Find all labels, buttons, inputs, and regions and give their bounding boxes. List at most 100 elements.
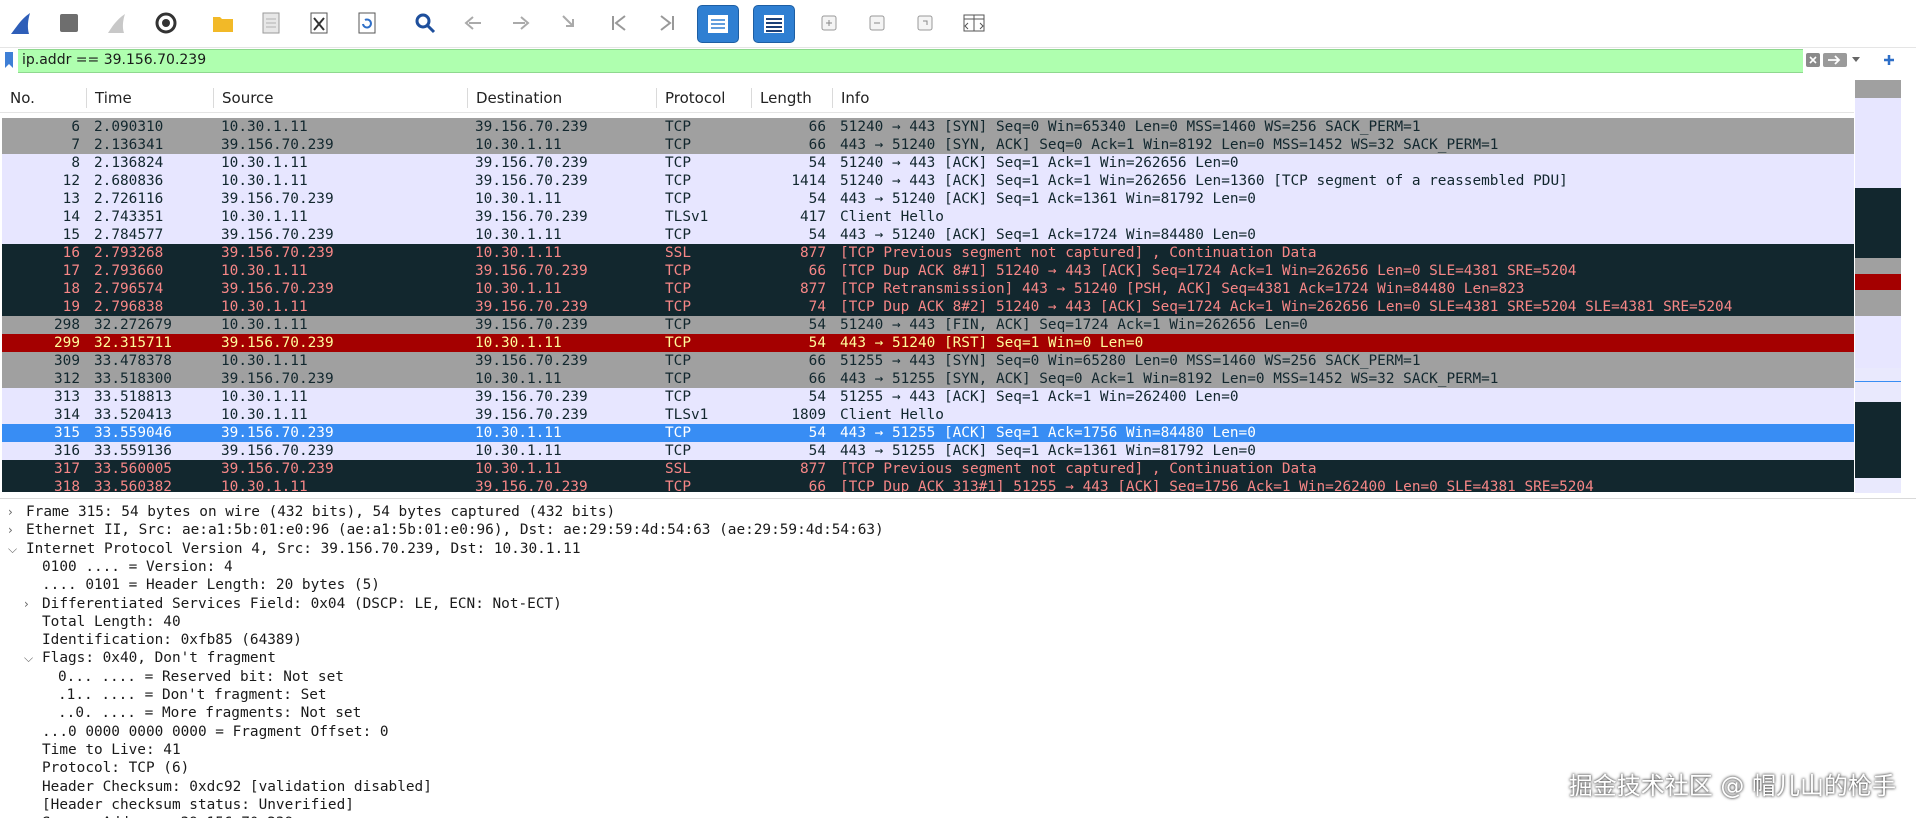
capture-options-icon[interactable] xyxy=(149,6,183,40)
packet-length: 66 xyxy=(808,353,826,369)
detail-tree-item[interactable]: Flags: 0x40, Don't fragment xyxy=(42,649,276,667)
packet-length: 66 xyxy=(808,263,826,279)
bookmark-icon[interactable] xyxy=(4,51,14,69)
packet-row[interactable]: 299 32.315711 39.156.70.239 10.30.1.11 TCP 54… xyxy=(2,334,1854,352)
detail-tree-item[interactable]: Differentiated Services Field: 0x04 (DSC… xyxy=(42,595,562,613)
zoom-out-icon[interactable] xyxy=(860,6,894,40)
chevron-down-icon[interactable]: ⌵ xyxy=(24,649,36,667)
packet-length: 54 xyxy=(808,389,826,405)
packet-row[interactable]: 316 33.559136 39.156.70.239 10.30.1.11 TCP 54… xyxy=(2,442,1854,460)
column-header-destination[interactable]: Destination xyxy=(476,89,562,107)
packet-row[interactable]: 298 32.272679 10.30.1.11 39.156.70.239 TCP 54… xyxy=(2,316,1854,334)
auto-scroll-icon[interactable] xyxy=(697,5,739,43)
add-filter-button-icon[interactable] xyxy=(1881,51,1897,69)
main-toolbar xyxy=(0,0,1916,48)
detail-tree-item[interactable]: Internet Protocol Version 4, Src: 39.156… xyxy=(26,540,581,558)
packet-info: 443 → 51255 [ACK] Seq=1 Ack=1756 Win=844… xyxy=(840,425,1256,441)
packet-length: 66 xyxy=(808,371,826,387)
chevron-down-icon[interactable]: ⌵ xyxy=(8,540,20,558)
reload-file-icon[interactable] xyxy=(350,6,384,40)
packet-row[interactable]: 12 2.680836 10.30.1.11 39.156.70.239 TCP 1414… xyxy=(2,172,1854,190)
clear-filter-icon[interactable] xyxy=(1806,51,1820,69)
detail-tree-item[interactable]: Header Checksum: 0xdc92 [validation disa… xyxy=(42,778,432,796)
first-packet-icon[interactable] xyxy=(602,6,636,40)
column-header-no[interactable]: No. xyxy=(10,89,35,107)
go-forward-icon[interactable] xyxy=(504,6,538,40)
detail-tree-item[interactable]: [Header checksum status: Unverified] xyxy=(42,796,354,814)
chevron-right-icon[interactable]: › xyxy=(8,503,20,521)
restart-capture-icon[interactable] xyxy=(100,6,134,40)
watermark-text: 掘金技术社区 @ 帽儿山的枪手 xyxy=(1568,772,1896,800)
zoom-in-icon[interactable] xyxy=(812,6,846,40)
packet-row[interactable]: 315 33.559046 39.156.70.239 10.30.1.11 TCP 54… xyxy=(2,424,1854,442)
chevron-right-icon[interactable]: › xyxy=(24,595,36,613)
packet-info: 51240 → 443 [SYN] Seq=0 Win=65340 Len=0 … xyxy=(840,119,1421,135)
go-to-packet-icon[interactable] xyxy=(553,6,587,40)
packet-row[interactable]: 17 2.793660 10.30.1.11 39.156.70.239 TCP 66 [T… xyxy=(2,262,1854,280)
display-filter-text: ip.addr == 39.156.70.239 xyxy=(22,52,207,68)
packet-row[interactable]: 314 33.520413 10.30.1.11 39.156.70.239 TLSv1… xyxy=(2,406,1854,424)
detail-tree-item[interactable]: Time to Live: 41 xyxy=(42,741,181,759)
packet-info: 51240 → 443 [FIN, ACK] Seq=1724 Ack=1 Wi… xyxy=(840,317,1308,333)
detail-tree-item[interactable]: .... 0101 = Header Length: 20 bytes (5) xyxy=(42,576,380,594)
detail-tree-item[interactable]: Ethernet II, Src: ae:a1:5b:01:e0:96 (ae:… xyxy=(26,521,884,539)
packet-row[interactable]: 18 2.796574 39.156.70.239 10.30.1.11 TCP 877[… xyxy=(2,280,1854,298)
column-header-time[interactable]: Time xyxy=(95,89,132,107)
packet-length: 54 xyxy=(808,335,826,351)
detail-tree-item[interactable]: Total Length: 40 xyxy=(42,613,181,631)
colorize-packets-icon[interactable] xyxy=(753,5,795,43)
detail-tree-item[interactable]: .1.. .... = Don't fragment: Set xyxy=(58,686,327,704)
shark-fin-start-icon[interactable] xyxy=(4,6,38,40)
display-filter-input[interactable]: ip.addr == 39.156.70.239 xyxy=(18,49,1803,73)
packet-length: 54 xyxy=(808,227,826,243)
chevron-right-icon[interactable]: › xyxy=(8,521,20,539)
packet-length: 74 xyxy=(808,299,826,315)
packet-row[interactable]: 16 2.793268 39.156.70.239 10.30.1.11 SSL 877[… xyxy=(2,244,1854,262)
packet-overview-scrollbar[interactable] xyxy=(1855,80,1901,493)
stop-capture-icon[interactable] xyxy=(52,6,86,40)
packet-length: 877 xyxy=(800,461,826,477)
normal-size-icon[interactable] xyxy=(908,6,942,40)
packet-length: 54 xyxy=(808,425,826,441)
packet-row[interactable]: 13 2.726116 39.156.70.239 10.30.1.11 TCP 54 44… xyxy=(2,190,1854,208)
packet-row[interactable]: 312 33.518300 39.156.70.239 10.30.1.11 TCP 66… xyxy=(2,370,1854,388)
packet-row[interactable]: 14 2.743351 10.30.1.11 39.156.70.239 TLSv1 41… xyxy=(2,208,1854,226)
packet-row[interactable]: 317 33.560005 39.156.70.239 10.30.1.11 SSL 87… xyxy=(2,460,1854,478)
detail-tree-item[interactable]: Frame 315: 54 bytes on wire (432 bits), … xyxy=(26,503,615,521)
packet-length: 1414 xyxy=(791,173,826,189)
detail-tree-item[interactable]: Protocol: TCP (6) xyxy=(42,759,189,777)
detail-tree-item[interactable]: ...0 0000 0000 0000 = Fragment Offset: 0 xyxy=(42,723,389,741)
packet-length: 54 xyxy=(808,443,826,459)
packet-row[interactable]: 7 2.136341 39.156.70.239 10.30.1.11 TCP 66 443… xyxy=(2,136,1854,154)
go-back-icon[interactable] xyxy=(456,6,490,40)
detail-tree-item[interactable]: Source Address: 39.156.70.239 xyxy=(42,814,293,818)
filter-dropdown-icon[interactable] xyxy=(1851,51,1861,69)
open-file-icon[interactable] xyxy=(206,6,240,40)
packet-row[interactable]: 19 2.796838 10.30.1.11 39.156.70.239 TCP 74 [T… xyxy=(2,298,1854,316)
find-packet-icon[interactable] xyxy=(408,6,442,40)
last-packet-icon[interactable] xyxy=(650,6,684,40)
packet-row[interactable]: 8 2.136824 10.30.1.11 39.156.70.239 TCP 54 512… xyxy=(2,154,1854,172)
packet-length: 54 xyxy=(808,317,826,333)
column-header-source[interactable]: Source xyxy=(222,89,274,107)
packet-row[interactable]: 6 2.090310 10.30.1.11 39.156.70.239 TCP 66 512… xyxy=(2,118,1854,136)
column-header-protocol[interactable]: Protocol xyxy=(665,89,725,107)
packet-row[interactable]: 15 2.784577 39.156.70.239 10.30.1.11 TCP 54 44… xyxy=(2,226,1854,244)
detail-tree-item[interactable]: Identification: 0xfb85 (64389) xyxy=(42,631,302,649)
resize-columns-icon[interactable] xyxy=(957,6,991,40)
packet-info: 51255 → 443 [ACK] Seq=1 Ack=1 Win=262400… xyxy=(840,389,1239,405)
packet-row[interactable]: 309 33.478378 10.30.1.11 39.156.70.239 TCP 66… xyxy=(2,352,1854,370)
column-header-length[interactable]: Length xyxy=(760,89,812,107)
detail-tree-item[interactable]: ..0. .... = More fragments: Not set xyxy=(58,704,361,722)
save-file-icon[interactable] xyxy=(254,6,288,40)
column-header-info[interactable]: Info xyxy=(841,89,869,107)
detail-tree-item[interactable]: 0100 .... = Version: 4 xyxy=(42,558,233,576)
detail-tree-item[interactable]: 0... .... = Reserved bit: Not set xyxy=(58,668,344,686)
packet-row[interactable]: 313 33.518813 10.30.1.11 39.156.70.239 TCP 54… xyxy=(2,388,1854,406)
packet-info: 443 → 51255 [ACK] Seq=1 Ack=1361 Win=817… xyxy=(840,443,1256,459)
close-file-icon[interactable] xyxy=(302,6,336,40)
packet-info: [TCP Retransmission] 443 → 51240 [PSH, A… xyxy=(840,281,1525,297)
packet-length: 66 xyxy=(808,479,826,492)
apply-filter-icon[interactable] xyxy=(1823,51,1847,69)
packet-row[interactable]: 318 33.560382 10.30.1.11 39.156.70.239 TCP 66… xyxy=(2,478,1854,492)
